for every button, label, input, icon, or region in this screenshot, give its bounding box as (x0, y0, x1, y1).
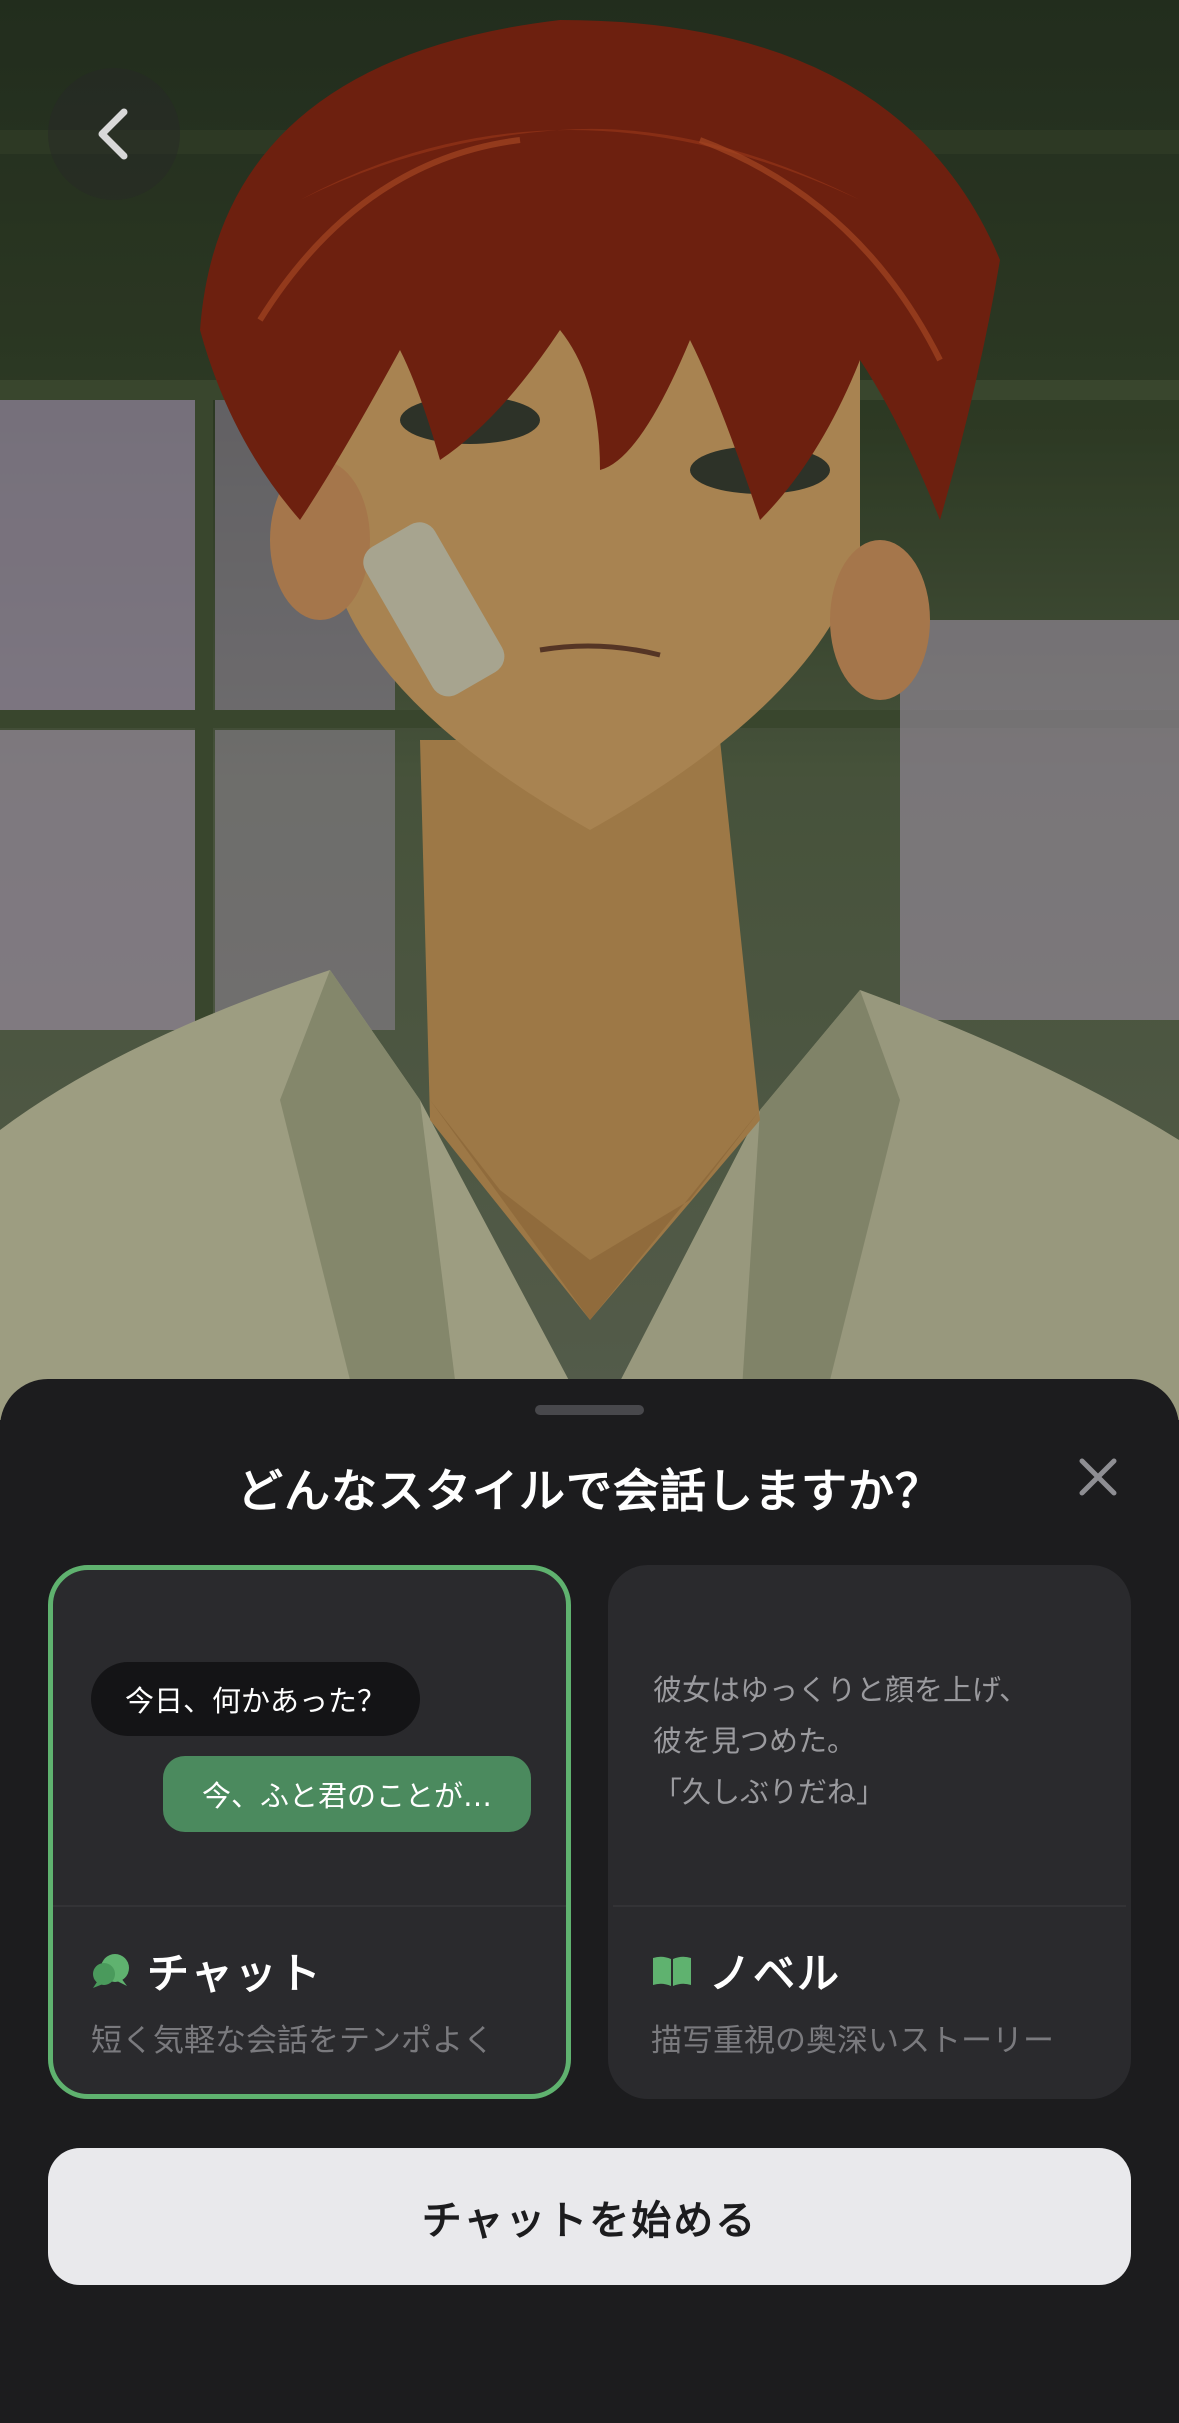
close-button[interactable] (1068, 1447, 1128, 1507)
novel-option-label: ノベル (709, 1949, 842, 1998)
back-button[interactable] (48, 68, 180, 200)
start-chat-button[interactable]: チャットを始める (48, 2148, 1131, 2285)
novel-option-description: 描写重視の奥深いストーリー (651, 2023, 1054, 2059)
novel-preview-text: 彼女はゆっくりと顔を上げ、 彼を見つめた。 「久しぶりだね」 (653, 1665, 1093, 1818)
preview-reply-bubble: 今、ふと君のことが… (163, 1756, 531, 1832)
novel-preview: 彼女はゆっくりと顔を上げ、 彼を見つめた。 「久しぶりだね」 (613, 1570, 1126, 1905)
preview-user-bubble: 今日、何かあった？ (91, 1662, 421, 1736)
chat-style-option[interactable]: 今日、何かあった？ 今、ふと君のことが… チャット 短く気軽な会話をテンポよく (48, 1565, 571, 2099)
sheet-grabber[interactable] (535, 1405, 644, 1415)
card-divider (613, 1905, 1126, 1907)
chat-option-description: 短く気軽な会話をテンポよく (91, 2023, 494, 2059)
character-illustration (0, 0, 1179, 1420)
close-icon (1079, 1458, 1117, 1496)
chat-preview: 今日、何かあった？ 今、ふと君のことが… (53, 1570, 566, 1905)
novel-preview-line: 彼女はゆっくりと顔を上げ、 (653, 1673, 1028, 1707)
sheet-title: どんなスタイルで会話しますか？ (237, 1464, 942, 1518)
novel-preview-line: 「久しぶりだね」 (653, 1775, 886, 1809)
novel-style-option[interactable]: 彼女はゆっくりと顔を上げ、 彼を見つめた。 「久しぶりだね」 ノベル 描写重視の… (608, 1565, 1131, 2099)
chat-option-header: チャット (91, 1940, 323, 2001)
screen: どんなスタイルで会話しますか？ 今日、何かあった？ 今、ふと君のことが… チャッ… (0, 0, 1179, 2423)
chat-bubbles-icon (93, 1953, 129, 1988)
novel-option-header: ノベル (651, 1940, 841, 2001)
card-divider (53, 1905, 566, 1907)
open-book-icon (653, 1956, 691, 1986)
novel-preview-line: 彼を見つめた。 (653, 1724, 857, 1758)
chevron-left-icon (98, 108, 128, 160)
chat-option-label: チャット (147, 1949, 323, 1998)
